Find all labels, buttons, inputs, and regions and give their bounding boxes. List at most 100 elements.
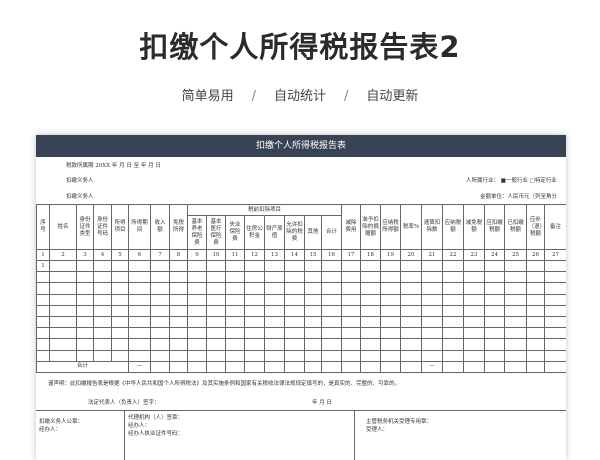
table-cell[interactable] xyxy=(304,338,322,351)
table-cell[interactable] xyxy=(442,304,465,317)
table-cell[interactable] xyxy=(169,293,188,306)
table-cell[interactable] xyxy=(93,293,112,306)
table-cell[interactable] xyxy=(93,327,112,340)
table-cell[interactable] xyxy=(380,338,402,351)
table-cell[interactable] xyxy=(264,282,285,295)
table-cell[interactable] xyxy=(111,259,129,273)
table-cell[interactable] xyxy=(128,282,151,295)
table-cell[interactable] xyxy=(360,315,382,329)
table-cell[interactable] xyxy=(421,271,444,284)
table-cell[interactable] xyxy=(544,327,566,340)
table-cell[interactable] xyxy=(169,338,188,351)
table-cell[interactable] xyxy=(341,259,362,273)
table-cell[interactable] xyxy=(463,293,486,306)
table-cell[interactable] xyxy=(284,338,305,351)
table-cell[interactable] xyxy=(526,315,546,329)
table-cell[interactable] xyxy=(128,338,151,351)
table-cell[interactable] xyxy=(187,338,207,351)
table-cell[interactable] xyxy=(244,338,265,351)
table-cell[interactable] xyxy=(187,282,207,295)
table-cell[interactable] xyxy=(484,293,506,306)
table-cell[interactable] xyxy=(49,271,77,284)
table-cell[interactable] xyxy=(504,327,528,340)
table-cell[interactable] xyxy=(400,327,423,340)
table-cell[interactable] xyxy=(400,349,423,362)
row-seq-cell[interactable]: 1 xyxy=(36,259,50,273)
table-cell[interactable] xyxy=(111,327,129,340)
total-cell[interactable] xyxy=(304,360,322,373)
total-cell[interactable] xyxy=(264,360,285,373)
table-cell[interactable] xyxy=(169,304,188,317)
total-cell[interactable] xyxy=(244,360,265,373)
table-cell[interactable] xyxy=(442,259,465,273)
table-cell[interactable] xyxy=(128,315,151,329)
total-cell[interactable] xyxy=(400,360,423,373)
row-seq-cell[interactable] xyxy=(36,304,50,317)
table-cell[interactable] xyxy=(76,293,94,306)
table-cell[interactable] xyxy=(400,304,423,317)
table-cell[interactable] xyxy=(526,304,546,317)
total-cell[interactable] xyxy=(320,360,343,373)
row-seq-cell[interactable] xyxy=(36,349,50,362)
table-cell[interactable] xyxy=(484,315,506,329)
table-cell[interactable] xyxy=(169,315,188,329)
table-cell[interactable] xyxy=(76,338,94,351)
table-cell[interactable] xyxy=(225,349,245,362)
table-cell[interactable] xyxy=(76,271,94,284)
table-cell[interactable] xyxy=(504,259,528,273)
table-cell[interactable] xyxy=(169,282,188,295)
table-cell[interactable] xyxy=(128,349,151,362)
table-cell[interactable] xyxy=(360,349,382,362)
table-cell[interactable] xyxy=(380,349,402,362)
table-cell[interactable] xyxy=(484,327,506,340)
table-cell[interactable] xyxy=(380,304,402,317)
table-cell[interactable] xyxy=(150,304,170,317)
table-cell[interactable] xyxy=(187,327,207,340)
table-cell[interactable] xyxy=(360,282,382,295)
table-cell[interactable] xyxy=(421,327,444,340)
table-cell[interactable] xyxy=(463,349,486,362)
total-cell[interactable] xyxy=(544,360,566,373)
table-cell[interactable] xyxy=(169,259,188,273)
table-cell[interactable] xyxy=(341,349,362,362)
table-cell[interactable] xyxy=(93,349,112,362)
table-cell[interactable] xyxy=(400,271,423,284)
table-cell[interactable] xyxy=(421,259,444,273)
table-cell[interactable] xyxy=(304,315,322,329)
table-cell[interactable] xyxy=(284,293,305,306)
table-cell[interactable] xyxy=(526,271,546,284)
table-cell[interactable] xyxy=(463,271,486,284)
total-cell[interactable] xyxy=(150,360,170,373)
table-cell[interactable] xyxy=(49,259,77,273)
table-cell[interactable] xyxy=(187,259,207,273)
table-cell[interactable] xyxy=(150,282,170,295)
table-cell[interactable] xyxy=(463,259,486,273)
table-cell[interactable] xyxy=(264,327,285,340)
table-cell[interactable] xyxy=(360,259,382,273)
table-cell[interactable] xyxy=(187,315,207,329)
table-cell[interactable] xyxy=(111,349,129,362)
table-cell[interactable] xyxy=(421,304,444,317)
total-cell[interactable] xyxy=(187,360,207,373)
table-cell[interactable] xyxy=(442,282,465,295)
table-cell[interactable] xyxy=(380,315,402,329)
table-cell[interactable] xyxy=(304,271,322,284)
table-cell[interactable] xyxy=(484,338,506,351)
table-cell[interactable] xyxy=(225,304,245,317)
table-cell[interactable] xyxy=(400,259,423,273)
table-cell[interactable] xyxy=(264,259,285,273)
table-cell[interactable] xyxy=(360,327,382,340)
table-cell[interactable] xyxy=(284,304,305,317)
table-cell[interactable] xyxy=(150,327,170,340)
table-cell[interactable] xyxy=(111,282,129,295)
table-cell[interactable] xyxy=(225,282,245,295)
table-cell[interactable] xyxy=(169,327,188,340)
table-cell[interactable] xyxy=(93,282,112,295)
total-cell[interactable] xyxy=(360,360,382,373)
table-cell[interactable] xyxy=(526,259,546,273)
table-cell[interactable] xyxy=(463,315,486,329)
total-cell[interactable] xyxy=(463,360,486,373)
table-cell[interactable] xyxy=(304,304,322,317)
table-cell[interactable] xyxy=(526,327,546,340)
table-cell[interactable] xyxy=(320,282,343,295)
